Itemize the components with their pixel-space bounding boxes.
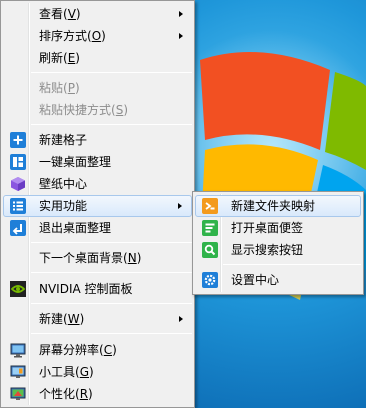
menu-item-nvidia-control-panel[interactable]: NVIDIA 控制面板 [3,278,192,300]
menu-item-view-label: 查看(V) [39,7,81,21]
menu-item-sort-by[interactable]: 排序方式(O) [3,25,192,47]
menu-item-new[interactable]: 新建(W) [3,308,192,330]
menu-item-next-background-label: 下一个桌面背景(N) [39,251,142,265]
menu-item-nvidia-control-panel-label: NVIDIA 控制面板 [39,282,133,296]
menu-separator [31,124,192,125]
submenu-item-settings-center-label: 设置中心 [231,273,280,287]
exit-icon [10,220,26,236]
note-icon [202,220,218,236]
menu-item-utilities-label: 实用功能 [39,199,88,213]
menu-item-paste-shortcut[interactable]: 粘贴快捷方式(S) [3,99,192,121]
gadgets-icon [10,365,26,378]
menu-item-new-label: 新建(W) [39,312,85,326]
monitor-icon [10,343,26,358]
menu-item-view[interactable]: 查看(V) [3,3,192,25]
submenu-item-show-search-button-label: 显示搜索按钮 [231,243,304,257]
nvidia-icon [10,281,26,297]
menu-item-paste[interactable]: 粘贴(P) [3,77,192,99]
menu-separator [31,303,192,304]
menu-item-paste-label: 粘贴(P) [39,81,80,95]
menu-item-refresh[interactable]: 刷新(E) [3,47,192,69]
submenu-item-new-folder-mapping-label: 新建文件夹映射 [231,199,316,213]
submenu-arrow-icon [179,316,183,322]
menu-separator [31,333,192,334]
submenu-arrow-icon [179,11,183,17]
submenu-item-open-desktop-notes[interactable]: 打开桌面便签 [195,217,361,239]
menu-item-refresh-label: 刷新(E) [39,51,80,65]
menu-item-paste-shortcut-label: 粘贴快捷方式(S) [39,103,129,117]
menu-item-new-grid-label: 新建格子 [39,133,88,147]
menu-item-exit-organize[interactable]: 退出桌面整理 [3,217,192,239]
submenu-item-settings-center[interactable]: 设置中心 [195,269,361,291]
folder-map-icon [202,198,218,214]
menu-item-wallpaper-center-label: 壁纸中心 [39,177,88,191]
submenu-item-new-folder-mapping[interactable]: 新建文件夹映射 [195,195,361,217]
submenu-arrow-icon [179,33,183,39]
cube-icon [11,177,25,191]
menu-item-one-click-organize[interactable]: 一键桌面整理 [3,151,192,173]
submenu-arrow-icon [178,203,182,209]
submenu-item-open-desktop-notes-label: 打开桌面便签 [231,221,304,235]
menu-item-screen-resolution-label: 屏幕分辨率(C) [39,343,117,357]
menu-item-personalize-label: 个性化(R) [39,387,93,401]
gear-icon [202,272,218,288]
plus-icon [10,132,26,148]
menu-item-exit-organize-label: 退出桌面整理 [39,221,112,235]
menu-item-sort-by-label: 排序方式(O) [39,29,106,43]
personalize-icon [10,387,26,400]
search-icon [202,242,218,258]
menu-separator [31,272,192,273]
menu-separator [223,264,361,265]
menu-separator [31,72,192,73]
layout-icon [10,154,26,170]
utilities-submenu: 新建文件夹映射 打开桌面便签 显示搜索按钮 设置中心 [192,191,364,295]
menu-item-wallpaper-center[interactable]: 壁纸中心 [3,173,192,195]
menu-item-gadgets-label: 小工具(G) [39,365,94,379]
desktop-context-menu: 查看(V) 排序方式(O) 刷新(E) 粘贴(P) 粘贴快捷方式(S) 新建格子… [0,0,195,408]
menu-item-screen-resolution[interactable]: 屏幕分辨率(C) [3,339,192,361]
menu-item-gadgets[interactable]: 小工具(G) [3,361,192,383]
menu-item-utilities[interactable]: 实用功能 [3,195,192,217]
menu-item-personalize[interactable]: 个性化(R) [3,383,192,405]
menu-item-one-click-organize-label: 一键桌面整理 [39,155,112,169]
menu-separator [31,242,192,243]
list-icon [10,198,26,214]
menu-item-new-grid[interactable]: 新建格子 [3,129,192,151]
submenu-item-show-search-button[interactable]: 显示搜索按钮 [195,239,361,261]
menu-item-next-background[interactable]: 下一个桌面背景(N) [3,247,192,269]
